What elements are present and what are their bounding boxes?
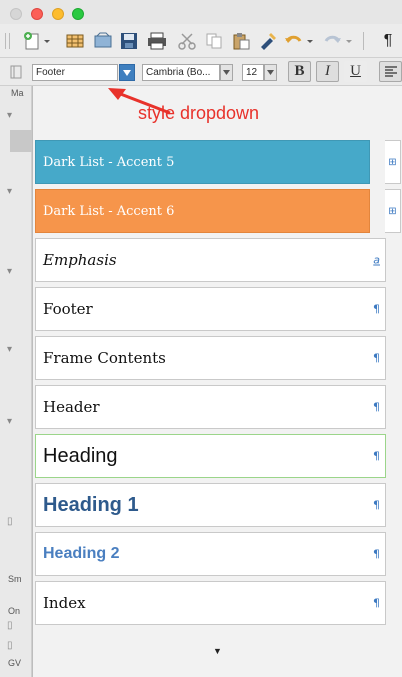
scroll-down-arrow[interactable]: ▼ (213, 646, 222, 656)
style-item-dark-list-accent-5[interactable]: Dark List - Accent 5 (35, 140, 370, 184)
inactive-window-button (10, 8, 22, 20)
paragraph-style-icon: ¶ (373, 400, 380, 414)
toolbar-grip (4, 31, 10, 51)
disclosure-icon[interactable]: ▾ (7, 110, 12, 121)
style-item-dark-list-accent-6[interactable]: Dark List - Accent 6 (35, 189, 370, 233)
style-dropdown-button[interactable] (119, 64, 135, 81)
style-item-label: Index (43, 594, 86, 612)
sidebar-label: GV (8, 658, 22, 668)
table-style-icon: ⊞ (385, 189, 401, 233)
document-icon: ▯ (7, 516, 13, 527)
chevron-down-icon (223, 70, 230, 75)
paragraph-style-icon: ¶ (373, 498, 380, 512)
gallery-icon[interactable] (92, 31, 114, 51)
underline-button[interactable]: U (344, 61, 367, 82)
style-item-heading-2[interactable]: Heading 2 ¶ (35, 532, 386, 576)
font-dropdown-button[interactable] (220, 64, 233, 81)
document-icon: ▯ (7, 620, 13, 631)
font-size-dropdown-button[interactable] (264, 64, 277, 81)
disclosure-icon[interactable]: ▾ (7, 266, 12, 277)
style-item-label: Footer (43, 300, 93, 318)
sidebar-toggle-icon[interactable] (10, 62, 22, 82)
redo-icon[interactable] (322, 31, 356, 51)
sidebar-selection (10, 130, 32, 152)
style-item-label: Emphasis (43, 251, 117, 269)
style-item-label: Frame Contents (43, 349, 166, 367)
sidebar-label: On (8, 606, 21, 616)
zoom-window-button[interactable] (72, 8, 84, 20)
disclosure-icon[interactable]: ▾ (7, 186, 12, 197)
italic-button[interactable]: I (316, 61, 339, 82)
style-dropdown-list: Dark List - Accent 5 ⊞ Dark List - Accen… (32, 86, 402, 677)
style-item-footer[interactable]: Footer ¶ (35, 287, 386, 331)
left-sidebar: Ma ▾ ▾ ▾ ▾ ▾ ▯ Sm On ▯ ▯ GV (0, 86, 32, 677)
toolbar-separator (360, 31, 366, 51)
sidebar-label: Ma (11, 88, 24, 98)
paragraph-style-icon: ¶ (373, 302, 380, 316)
save-icon[interactable] (118, 31, 140, 51)
style-item-label: Dark List - Accent 5 (43, 154, 175, 170)
undo-icon[interactable] (283, 31, 317, 51)
style-input[interactable]: Footer (32, 64, 118, 81)
document-icon: ▯ (7, 640, 13, 651)
font-size-input[interactable]: 12 (242, 64, 264, 81)
style-item-label: Heading 2 (43, 545, 120, 562)
character-style-icon: a (373, 253, 380, 267)
table-style-icon: ⊞ (385, 140, 401, 184)
disclosure-icon[interactable]: ▾ (7, 344, 12, 355)
style-item-heading-1[interactable]: Heading 1 ¶ (35, 483, 386, 527)
paragraph-style-icon: ¶ (373, 351, 380, 365)
new-document-icon[interactable] (22, 31, 52, 51)
formatting-bar: Footer Cambria (Bo... 12 B I U (0, 58, 402, 86)
sidebar-label: Sm (8, 574, 22, 584)
close-window-button[interactable] (31, 8, 43, 20)
style-item-label: Header (43, 398, 100, 416)
align-left-icon (384, 65, 397, 77)
format-painter-icon[interactable] (256, 31, 278, 51)
style-item-heading[interactable]: Heading ¶ (35, 434, 386, 478)
chevron-down-icon (123, 69, 131, 76)
minimize-window-button[interactable] (52, 8, 64, 20)
align-left-button[interactable] (379, 61, 402, 82)
bold-button[interactable]: B (288, 61, 311, 82)
paragraph-style-icon: ¶ (373, 596, 380, 610)
style-item-header[interactable]: Header ¶ (35, 385, 386, 429)
style-item-label: Dark List - Accent 6 (43, 203, 175, 219)
style-item-frame-contents[interactable]: Frame Contents ¶ (35, 336, 386, 380)
annotation-label: style dropdown (138, 103, 260, 123)
style-item-emphasis[interactable]: Emphasis a (35, 238, 386, 282)
cut-icon[interactable] (176, 31, 198, 51)
paste-icon[interactable] (230, 31, 252, 51)
chevron-down-icon (267, 70, 274, 75)
print-icon[interactable] (145, 31, 169, 51)
copy-icon[interactable] (203, 31, 225, 51)
paragraph-style-icon: ¶ (373, 449, 380, 463)
font-name-input[interactable]: Cambria (Bo... (142, 64, 220, 81)
style-item-index[interactable]: Index ¶ (35, 581, 386, 625)
style-item-label: Heading 1 (43, 493, 139, 516)
title-bar (0, 0, 402, 24)
disclosure-icon[interactable]: ▾ (7, 416, 12, 427)
standard-toolbar: ¶ (0, 24, 402, 58)
table-icon[interactable] (64, 31, 86, 51)
paragraph-style-icon: ¶ (373, 547, 380, 561)
pilcrow-icon[interactable]: ¶ (378, 31, 398, 51)
style-item-label: Heading (43, 444, 118, 467)
